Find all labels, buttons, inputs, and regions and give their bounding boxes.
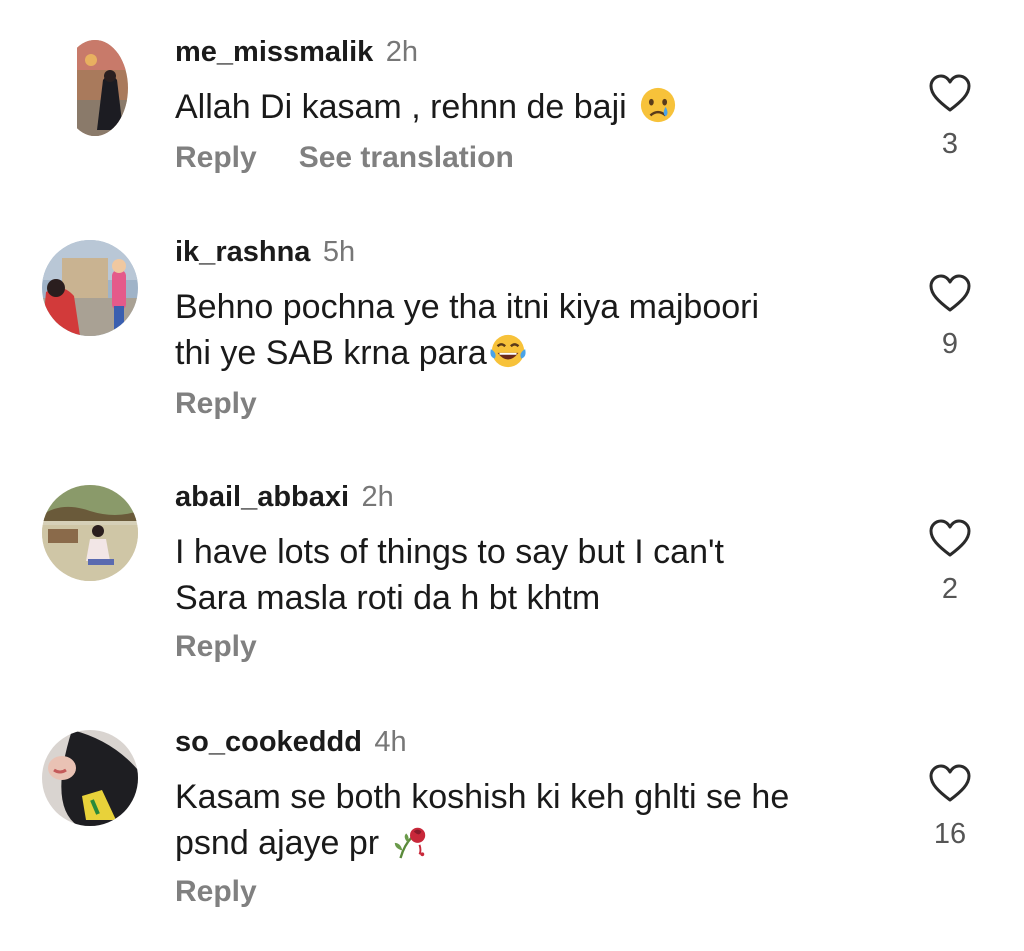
comment-time: 4h — [374, 726, 407, 758]
tears-of-joy-emoji — [490, 334, 526, 368]
comment-item: so_cookeddd 4h Kasam se both koshish ki … — [0, 722, 1024, 922]
avatar-image — [42, 240, 138, 336]
reply-button[interactable]: Reply — [175, 630, 257, 663]
wilted-rose-emoji — [394, 827, 426, 859]
comment-item: ik_rashna 5h Behno pochna ye tha itni ki… — [0, 232, 1024, 432]
avatar-image — [42, 485, 138, 581]
heart-icon[interactable] — [928, 764, 972, 804]
comment-header: me_missmalik 2h — [175, 32, 418, 72]
comment-line: I have lots of things to say but I can't — [175, 533, 724, 571]
comment-actions: Reply See translation — [175, 138, 514, 178]
comment-text: Allah Di kasam , rehnn de baji — [175, 84, 895, 130]
avatar[interactable] — [42, 730, 138, 826]
avatar-image — [42, 730, 138, 826]
heart-icon[interactable] — [928, 274, 972, 314]
username[interactable]: me_missmalik — [175, 36, 373, 68]
comment-line: Kasam se both koshish ki keh ghlti se he — [175, 778, 790, 816]
comment-line: Allah Di kasam , rehnn de baji — [175, 88, 627, 126]
like-control: 2 — [922, 519, 978, 605]
comment-text: Kasam se both koshish ki keh ghlti se he… — [175, 774, 895, 866]
comment-header: so_cookeddd 4h — [175, 722, 407, 762]
avatar[interactable] — [42, 485, 138, 581]
like-count: 9 — [941, 328, 959, 360]
comment-actions: Reply — [175, 872, 257, 912]
comment-item: abail_abbaxi 2h I have lots of things to… — [0, 477, 1024, 677]
comment-time: 2h — [385, 36, 419, 68]
comment-item: me_missmalik 2h Allah Di kasam , rehnn d… — [0, 32, 1024, 192]
like-count: 16 — [933, 818, 967, 850]
comment-header: ik_rashna 5h — [175, 232, 355, 272]
like-count: 2 — [941, 573, 959, 605]
crying-face-emoji — [640, 87, 675, 123]
like-control: 16 — [922, 764, 978, 850]
comment-text: Behno pochna ye tha itni kiya majboori t… — [175, 284, 895, 376]
comment-time: 5h — [322, 236, 356, 268]
username[interactable]: abail_abbaxi — [175, 481, 349, 513]
see-translation-button[interactable]: See translation — [299, 141, 514, 174]
reply-button[interactable]: Reply — [175, 387, 257, 420]
comment-text: I have lots of things to say but I can't… — [175, 529, 895, 621]
avatar[interactable] — [62, 40, 128, 136]
comment-line: thi ye SAB krna para — [175, 334, 487, 372]
like-control: 3 — [922, 74, 978, 160]
heart-icon[interactable] — [928, 519, 972, 559]
reply-button[interactable]: Reply — [175, 141, 257, 174]
username[interactable]: so_cookeddd — [175, 726, 362, 758]
comment-line: Sara masla roti da h bt khtm — [175, 579, 601, 617]
like-control: 9 — [922, 274, 978, 360]
comment-time: 2h — [361, 481, 394, 513]
heart-icon[interactable] — [928, 74, 972, 114]
reply-button[interactable]: Reply — [175, 875, 257, 908]
comment-line: Behno pochna ye tha itni kiya majboori — [175, 288, 760, 326]
comment-header: abail_abbaxi 2h — [175, 477, 394, 517]
comment-actions: Reply — [175, 627, 257, 667]
comment-line: psnd ajaye pr — [175, 824, 380, 862]
like-count: 3 — [941, 128, 959, 160]
username[interactable]: ik_rashna — [175, 236, 310, 268]
comment-actions: Reply — [175, 384, 257, 424]
avatar[interactable] — [42, 240, 138, 336]
avatar-image — [77, 40, 128, 136]
